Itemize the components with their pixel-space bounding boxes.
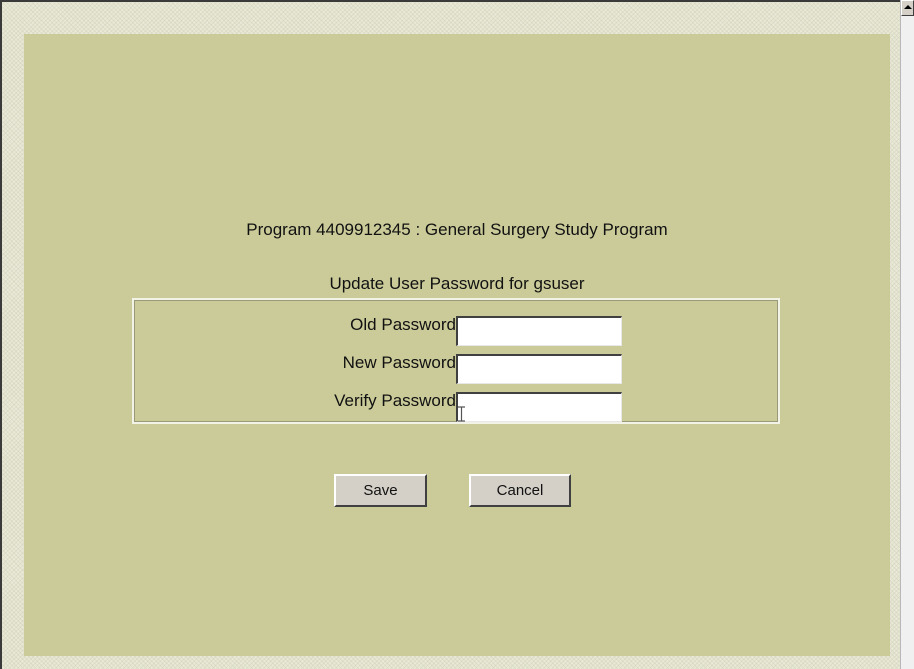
form-subtitle: Update User Password for gsuser — [329, 274, 585, 293]
cancel-button[interactable]: Cancel — [469, 474, 571, 507]
save-button[interactable]: Save — [334, 474, 427, 507]
new-password-label: New Password — [342, 353, 456, 372]
old-password-row: Old Password — [134, 308, 778, 346]
scroll-up-arrow-icon[interactable] — [901, 0, 914, 16]
page-frame: Program 4409912345 : General Surgery Stu… — [0, 0, 900, 669]
content-panel: Program 4409912345 : General Surgery Stu… — [24, 34, 890, 656]
password-fieldset: Old Password New Password Verify Passwor… — [132, 298, 780, 424]
verify-password-row: Verify Password — [134, 384, 778, 422]
verify-password-label: Verify Password — [334, 391, 456, 410]
old-password-label: Old Password — [350, 315, 456, 334]
new-password-input[interactable] — [456, 354, 622, 384]
old-password-input[interactable] — [456, 316, 622, 346]
verify-password-input[interactable] — [456, 392, 622, 422]
new-password-row: New Password — [134, 346, 778, 384]
vertical-scrollbar[interactable] — [900, 0, 914, 669]
program-title: Program 4409912345 : General Surgery Stu… — [246, 220, 668, 239]
